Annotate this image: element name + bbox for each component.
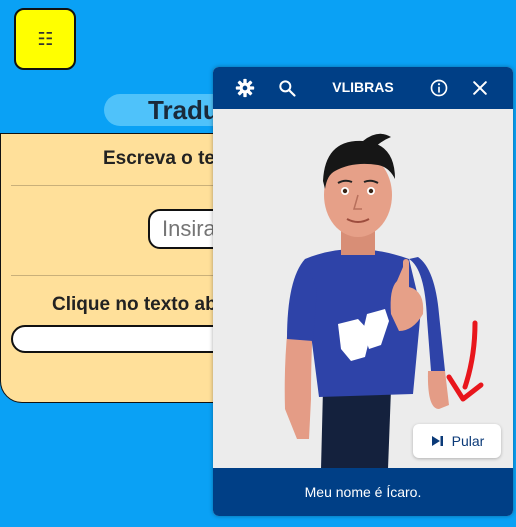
skip-label: Pular [451, 433, 485, 449]
menu-button[interactable]: ☷ [14, 8, 76, 70]
menu-icon: ☷ [37, 28, 53, 49]
vlibras-widget: VLIBRAS Pular Meu nome é Ícaro. [213, 67, 513, 516]
caption-text: Meu nome é Ícaro. [304, 484, 422, 500]
vlibras-caption: Meu nome é Ícaro. [213, 468, 513, 516]
skip-button[interactable]: Pular [413, 424, 501, 458]
skip-icon [431, 436, 443, 446]
